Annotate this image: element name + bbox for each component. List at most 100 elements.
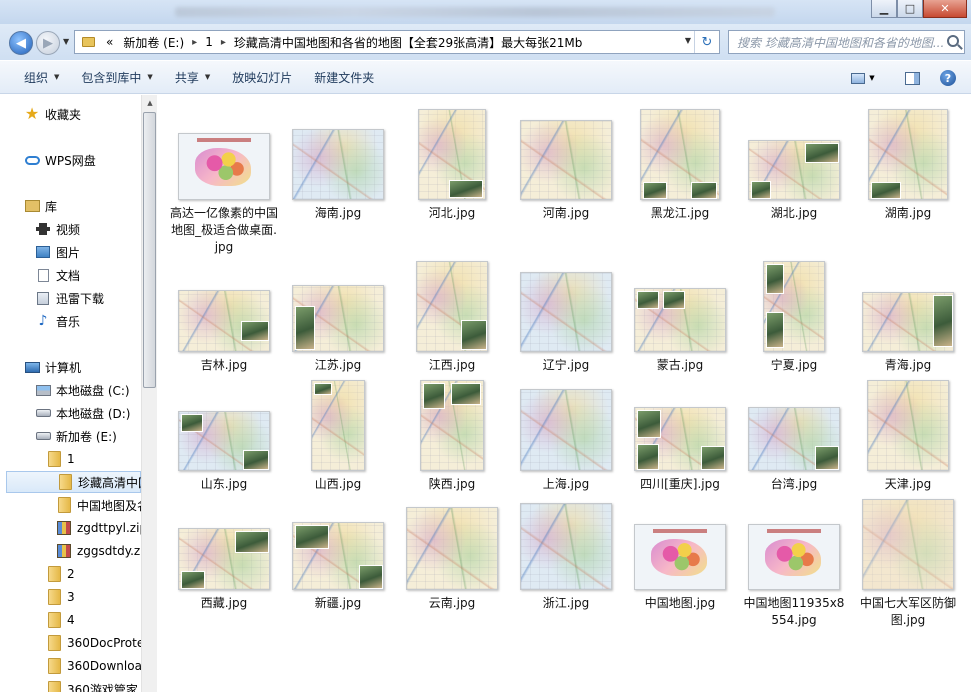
image-thumbnail bbox=[520, 272, 612, 352]
breadcrumb-current-folder[interactable]: 珍藏高清中国地图和各省的地图【全套29张高清】最大每张21Mb bbox=[229, 34, 588, 51]
image-thumbnail bbox=[406, 507, 498, 590]
file-name: 湖北.jpg bbox=[770, 206, 818, 220]
sidebar-item-folder-2[interactable]: 2 bbox=[46, 563, 75, 585]
image-thumbnail bbox=[292, 129, 384, 200]
preview-pane-button[interactable] bbox=[900, 67, 924, 89]
zip-archive-icon bbox=[56, 521, 72, 535]
search-input[interactable]: 搜索 珍藏高清中国地图和各省的地图... bbox=[728, 30, 965, 54]
scrollbar-thumb[interactable] bbox=[143, 112, 156, 388]
sidebar-item-library[interactable]: 库 bbox=[24, 195, 57, 217]
refresh-button[interactable]: ↻ bbox=[694, 31, 719, 53]
new-folder-button[interactable]: 新建文件夹 bbox=[303, 69, 385, 86]
image-thumbnail bbox=[634, 524, 726, 590]
sidebar-item-label: 新加卷 (E:) bbox=[56, 429, 117, 444]
sidebar-item-wps[interactable]: WPS网盘 bbox=[24, 149, 96, 171]
sidebar-item-video[interactable]: 视频 bbox=[35, 218, 80, 240]
document-icon bbox=[35, 268, 51, 282]
sidebar-scrollbar[interactable]: ▲ bbox=[141, 95, 157, 692]
sidebar-item-pictures[interactable]: 图片 bbox=[35, 241, 80, 263]
refresh-icon: ↻ bbox=[701, 34, 713, 50]
navigation-bar: ◀ ▶ ▼ « 新加卷 (E:) ▸ 1 ▸ 珍藏高清中国地图和各省的地图【全套… bbox=[0, 24, 971, 60]
forward-button[interactable]: ▶ bbox=[36, 31, 60, 55]
forward-arrow-icon: ▶ bbox=[43, 35, 53, 51]
help-icon: ? bbox=[940, 70, 956, 86]
image-thumbnail bbox=[634, 288, 726, 352]
breadcrumb-overflow[interactable]: « bbox=[101, 35, 118, 49]
file-name: 江西.jpg bbox=[428, 358, 476, 372]
breadcrumb-separator[interactable]: ▸ bbox=[218, 37, 229, 48]
image-thumbnail bbox=[862, 292, 954, 352]
breadcrumb-folder-1[interactable]: 1 bbox=[200, 35, 218, 49]
navigation-pane: ★ 收藏夹 WPS网盘 库 视频 图片 文档 迅雷下载 ♪ 音乐 计算机 本地磁盘 … bbox=[0, 95, 157, 692]
minimize-button[interactable]: ▁ bbox=[871, 0, 897, 18]
address-bar[interactable]: « 新加卷 (E:) ▸ 1 ▸ 珍藏高清中国地图和各省的地图【全套29张高清】… bbox=[74, 30, 720, 54]
image-thumbnail bbox=[748, 140, 840, 200]
image-thumbnail bbox=[292, 522, 384, 590]
maximize-button[interactable]: □ bbox=[897, 0, 923, 18]
sidebar-item-drive-c[interactable]: 本地磁盘 (C:) bbox=[35, 379, 130, 401]
sidebar-item-drive-d[interactable]: 本地磁盘 (D:) bbox=[35, 402, 130, 424]
sidebar-item-label: 360游戏管家 bbox=[67, 682, 138, 692]
image-thumbnail bbox=[868, 109, 948, 200]
file-name: 浙江.jpg bbox=[542, 596, 590, 610]
file-name: 河南.jpg bbox=[542, 206, 590, 220]
folder-icon bbox=[46, 612, 62, 628]
sidebar-item-label: 中国地图及名 bbox=[77, 498, 150, 513]
sidebar-item-label: 本地磁盘 (C:) bbox=[56, 383, 130, 398]
image-thumbnail bbox=[634, 407, 726, 471]
sidebar-item-360game[interactable]: 360游戏管家 bbox=[46, 678, 138, 692]
organize-menu[interactable]: 组织 ▼ bbox=[13, 69, 70, 86]
sidebar-item-zip-2[interactable]: zggsdtdy.zip bbox=[56, 540, 151, 562]
image-thumbnail bbox=[640, 109, 720, 200]
recent-pages-dropdown[interactable]: ▼ bbox=[63, 37, 69, 46]
slideshow-button[interactable]: 放映幻灯片 bbox=[221, 69, 303, 86]
share-menu[interactable]: 共享 ▼ bbox=[164, 69, 221, 86]
computer-icon bbox=[24, 360, 40, 374]
organize-label: 组织 bbox=[24, 70, 49, 85]
sidebar-item-360downloads[interactable]: 360Downloads bbox=[46, 655, 156, 677]
drive-icon bbox=[35, 429, 51, 443]
file-name: 高达一亿像素的中国地图_极适合做桌面.jpg bbox=[170, 206, 279, 254]
file-name: 台湾.jpg bbox=[770, 477, 818, 491]
sidebar-item-folder-3[interactable]: 3 bbox=[46, 586, 75, 608]
chevron-down-icon: ▼ bbox=[147, 73, 153, 81]
file-name: 河北.jpg bbox=[428, 206, 476, 220]
sidebar-item-xunlei[interactable]: 迅雷下载 bbox=[35, 287, 104, 309]
library-icon bbox=[24, 199, 40, 213]
file-list: 高达一亿像素的中国地图_极适合做桌面.jpg 海南.jpg 河北.jpg 河南.… bbox=[158, 95, 971, 692]
sidebar-item-favorites[interactable]: ★ 收藏夹 bbox=[24, 103, 81, 125]
search-icon[interactable] bbox=[947, 35, 959, 47]
scroll-up-arrow[interactable]: ▲ bbox=[142, 95, 158, 111]
sidebar-item-360docprotect[interactable]: 360DocProtect bbox=[46, 632, 156, 654]
image-thumbnail bbox=[178, 411, 270, 471]
sidebar-item-computer[interactable]: 计算机 bbox=[24, 356, 81, 378]
sidebar-item-folder-1[interactable]: 1 bbox=[46, 448, 75, 470]
address-dropdown[interactable]: ▼ bbox=[685, 36, 691, 45]
sidebar-item-current-folder[interactable]: 珍藏高清中国 bbox=[6, 471, 150, 493]
close-button[interactable]: ✕ bbox=[923, 0, 967, 18]
sidebar-item-label: 本地磁盘 (D:) bbox=[56, 406, 131, 421]
image-thumbnail bbox=[420, 380, 484, 471]
breadcrumb-drive-e[interactable]: 新加卷 (E:) bbox=[118, 34, 189, 51]
image-thumbnail bbox=[311, 380, 365, 471]
file-name: 新疆.jpg bbox=[314, 596, 362, 610]
sidebar-item-drive-e[interactable]: 新加卷 (E:) bbox=[35, 425, 117, 447]
sidebar-item-label: 2 bbox=[67, 567, 75, 581]
sidebar-item-folder-4[interactable]: 4 bbox=[46, 609, 75, 631]
change-view-button[interactable]: ▼ bbox=[848, 67, 878, 89]
breadcrumb-separator[interactable]: ▸ bbox=[189, 37, 200, 48]
file-name: 辽宁.jpg bbox=[542, 358, 590, 372]
sidebar-item-label: 1 bbox=[67, 452, 75, 466]
sidebar-item-zip-1[interactable]: zgdttpyl.zip bbox=[56, 517, 147, 539]
blurred-title bbox=[175, 7, 775, 17]
sidebar-item-china-map-folder[interactable]: 中国地图及名 bbox=[56, 494, 149, 516]
help-button[interactable]: ? bbox=[938, 67, 958, 89]
sidebar-item-documents[interactable]: 文档 bbox=[35, 264, 80, 286]
include-in-library-menu[interactable]: 包含到库中 ▼ bbox=[70, 69, 163, 86]
sidebar-item-music[interactable]: ♪ 音乐 bbox=[35, 310, 80, 332]
zip-archive-icon bbox=[56, 544, 72, 558]
file-name: 中国地图.jpg bbox=[644, 596, 716, 610]
back-button[interactable]: ◀ bbox=[9, 31, 33, 55]
file-name: 云南.jpg bbox=[428, 596, 476, 610]
image-thumbnail bbox=[292, 285, 384, 352]
